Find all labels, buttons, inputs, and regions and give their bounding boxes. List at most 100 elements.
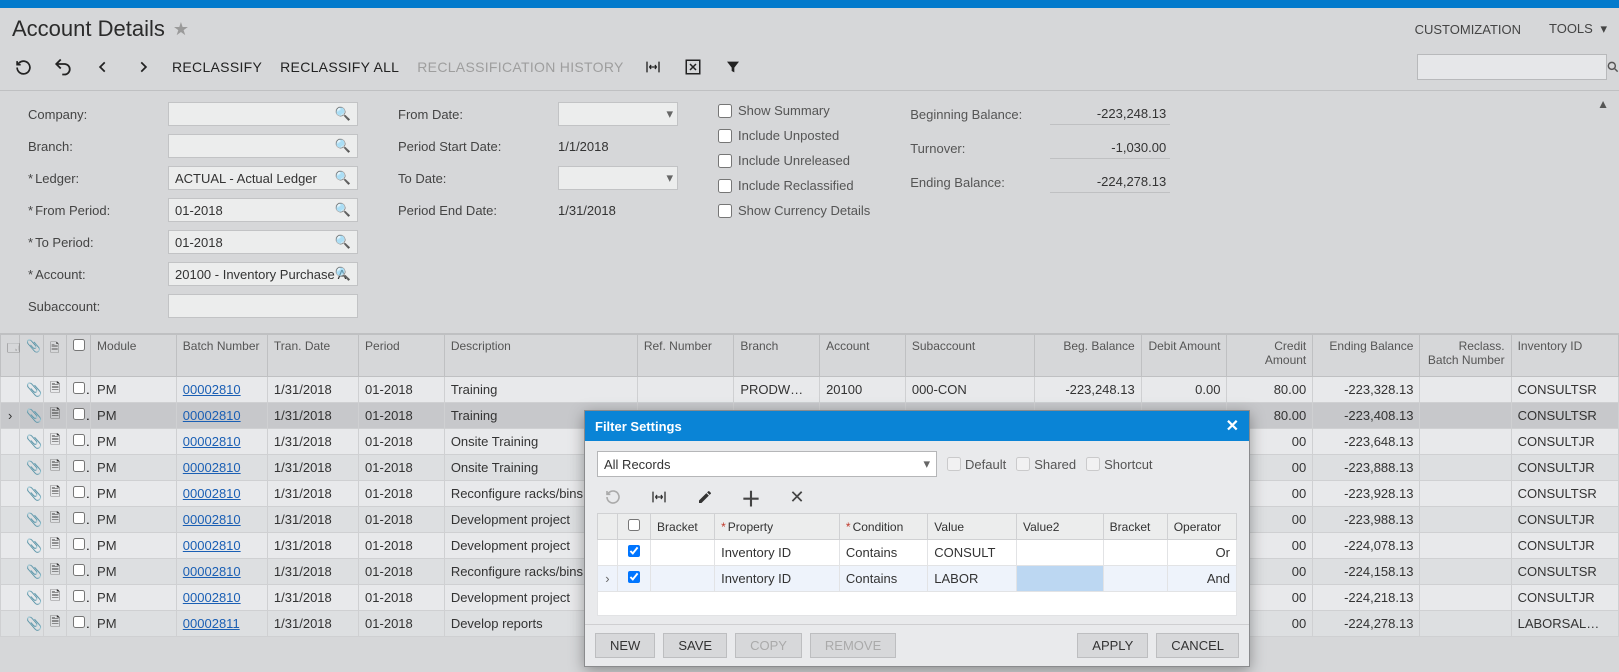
note-icon[interactable]: 🗎: [43, 455, 67, 481]
cell-batch[interactable]: 00002811: [176, 611, 267, 637]
cell-batch[interactable]: 00002810: [176, 377, 267, 403]
cell-batch[interactable]: 00002810: [176, 507, 267, 533]
row-checkbox[interactable]: [67, 611, 91, 637]
note-icon[interactable]: 🗎: [43, 559, 67, 585]
cell-condition[interactable]: Contains: [839, 566, 927, 592]
col-reclass-batch[interactable]: Reclass. Batch Number: [1420, 335, 1511, 377]
cell-bracket-close[interactable]: [1103, 566, 1167, 592]
col-branch[interactable]: Branch: [734, 335, 820, 377]
filter-condition-row[interactable]: Inventory ID Contains CONSULT Or: [598, 540, 1237, 566]
col-value[interactable]: Value: [928, 514, 1017, 540]
note-icon[interactable]: 🗎: [43, 481, 67, 507]
lookup-icon[interactable]: 🔍: [333, 263, 353, 285]
collapse-form-icon[interactable]: ▲: [1597, 97, 1609, 111]
show-currency-check[interactable]: Show Currency Details: [718, 203, 870, 218]
fit-columns-icon[interactable]: [642, 56, 664, 78]
lookup-icon[interactable]: 🔍: [333, 231, 353, 253]
lookup-icon[interactable]: 🔍: [333, 167, 353, 189]
include-unposted-check[interactable]: Include Unposted: [718, 128, 870, 143]
show-summary-check[interactable]: Show Summary: [718, 103, 870, 118]
col-module[interactable]: Module: [91, 335, 177, 377]
cell-operator[interactable]: Or: [1167, 540, 1236, 566]
col-credit[interactable]: Credit Amount: [1227, 335, 1313, 377]
cell-operator[interactable]: And: [1167, 566, 1236, 592]
note-icon[interactable]: 🗎: [43, 507, 67, 533]
fit-columns-icon[interactable]: [649, 487, 669, 507]
to-period-input[interactable]: 01-2018 🔍: [168, 230, 358, 254]
attachment-icon[interactable]: 📎: [20, 611, 44, 637]
filter-icon[interactable]: [722, 56, 744, 78]
col-end-balance[interactable]: Ending Balance: [1313, 335, 1420, 377]
col-description[interactable]: Description: [444, 335, 637, 377]
cell-batch[interactable]: 00002810: [176, 585, 267, 611]
col-operator[interactable]: Operator: [1167, 514, 1236, 540]
dropdown-icon[interactable]: ▾: [666, 106, 673, 122]
company-input[interactable]: 🔍: [168, 102, 358, 126]
col-ref[interactable]: Ref. Number: [637, 335, 734, 377]
col-debit[interactable]: Debit Amount: [1141, 335, 1227, 377]
note-icon[interactable]: 🗎: [43, 377, 67, 403]
col-condition[interactable]: *Condition: [839, 514, 927, 540]
col-inventory-id[interactable]: Inventory ID: [1511, 335, 1618, 377]
row-checkbox[interactable]: [67, 429, 91, 455]
attachment-icon[interactable]: 📎: [20, 377, 44, 403]
attachment-icon[interactable]: 📎: [20, 481, 44, 507]
include-reclassified-check[interactable]: Include Reclassified: [718, 178, 870, 193]
col-property[interactable]: *Property: [715, 514, 840, 540]
cell-condition[interactable]: Contains: [839, 540, 927, 566]
cell-batch[interactable]: 00002810: [176, 403, 267, 429]
from-date-input[interactable]: ▾: [558, 102, 678, 126]
favorite-star-icon[interactable]: ★: [173, 19, 189, 40]
cell-value[interactable]: CONSULT: [928, 540, 1017, 566]
undo-icon[interactable]: [52, 56, 74, 78]
previous-icon[interactable]: [92, 56, 114, 78]
cell-bracket-open[interactable]: [651, 566, 715, 592]
col-subaccount[interactable]: Subaccount: [905, 335, 1034, 377]
subaccount-input[interactable]: [168, 294, 358, 318]
lookup-icon[interactable]: 🔍: [333, 135, 353, 157]
attachment-icon[interactable]: 📎: [20, 585, 44, 611]
col-value2[interactable]: Value2: [1016, 514, 1103, 540]
row-checkbox[interactable]: [67, 455, 91, 481]
new-button[interactable]: NEW: [595, 633, 655, 658]
cell-value2[interactable]: [1016, 540, 1103, 566]
col-bracket-open[interactable]: Bracket: [651, 514, 715, 540]
attachment-icon[interactable]: 📎: [20, 533, 44, 559]
row-checkbox[interactable]: [67, 559, 91, 585]
col-tran-date[interactable]: Tran. Date: [267, 335, 358, 377]
cell-value[interactable]: LABOR: [928, 566, 1017, 592]
account-input[interactable]: 20100 - Inventory Purchase A 🔍: [168, 262, 358, 286]
attachment-icon[interactable]: 📎: [20, 559, 44, 585]
shared-check[interactable]: Shared: [1016, 457, 1076, 472]
delete-row-icon[interactable]: ✕: [787, 487, 807, 507]
cell-property[interactable]: Inventory ID: [715, 540, 840, 566]
col-period[interactable]: Period: [359, 335, 445, 377]
next-icon[interactable]: [132, 56, 154, 78]
toolbar-search[interactable]: [1417, 54, 1607, 80]
dialog-title-bar[interactable]: Filter Settings ✕: [585, 411, 1249, 441]
row-checkbox[interactable]: [67, 377, 91, 403]
ledger-input[interactable]: ACTUAL - Actual Ledger 🔍: [168, 166, 358, 190]
attachment-icon[interactable]: 📎: [20, 429, 44, 455]
search-icon[interactable]: [1606, 60, 1619, 74]
row-checkbox[interactable]: [67, 585, 91, 611]
note-icon[interactable]: 🗎: [43, 611, 67, 637]
row-checkbox[interactable]: [67, 481, 91, 507]
branch-input[interactable]: 🔍: [168, 134, 358, 158]
refresh-icon[interactable]: [12, 56, 34, 78]
condition-active-checkbox[interactable]: [617, 540, 650, 566]
grid-tools-icon[interactable]: 🗔: [1, 335, 20, 377]
cell-batch[interactable]: 00002810: [176, 533, 267, 559]
customization-menu[interactable]: CUSTOMIZATION: [1415, 22, 1521, 37]
include-unreleased-check[interactable]: Include Unreleased: [718, 153, 870, 168]
row-checkbox[interactable]: [67, 403, 91, 429]
save-button[interactable]: SAVE: [663, 633, 727, 658]
condition-active-checkbox[interactable]: [617, 566, 650, 592]
tools-menu[interactable]: TOOLS ▾: [1549, 21, 1607, 37]
reclassify-all-button[interactable]: RECLASSIFY ALL: [280, 59, 399, 75]
cell-bracket-close[interactable]: [1103, 540, 1167, 566]
cell-batch[interactable]: 00002810: [176, 455, 267, 481]
col-account[interactable]: Account: [820, 335, 906, 377]
filter-name-select[interactable]: All Records ▾: [597, 451, 937, 477]
reclassify-button[interactable]: RECLASSIFY: [172, 59, 262, 75]
